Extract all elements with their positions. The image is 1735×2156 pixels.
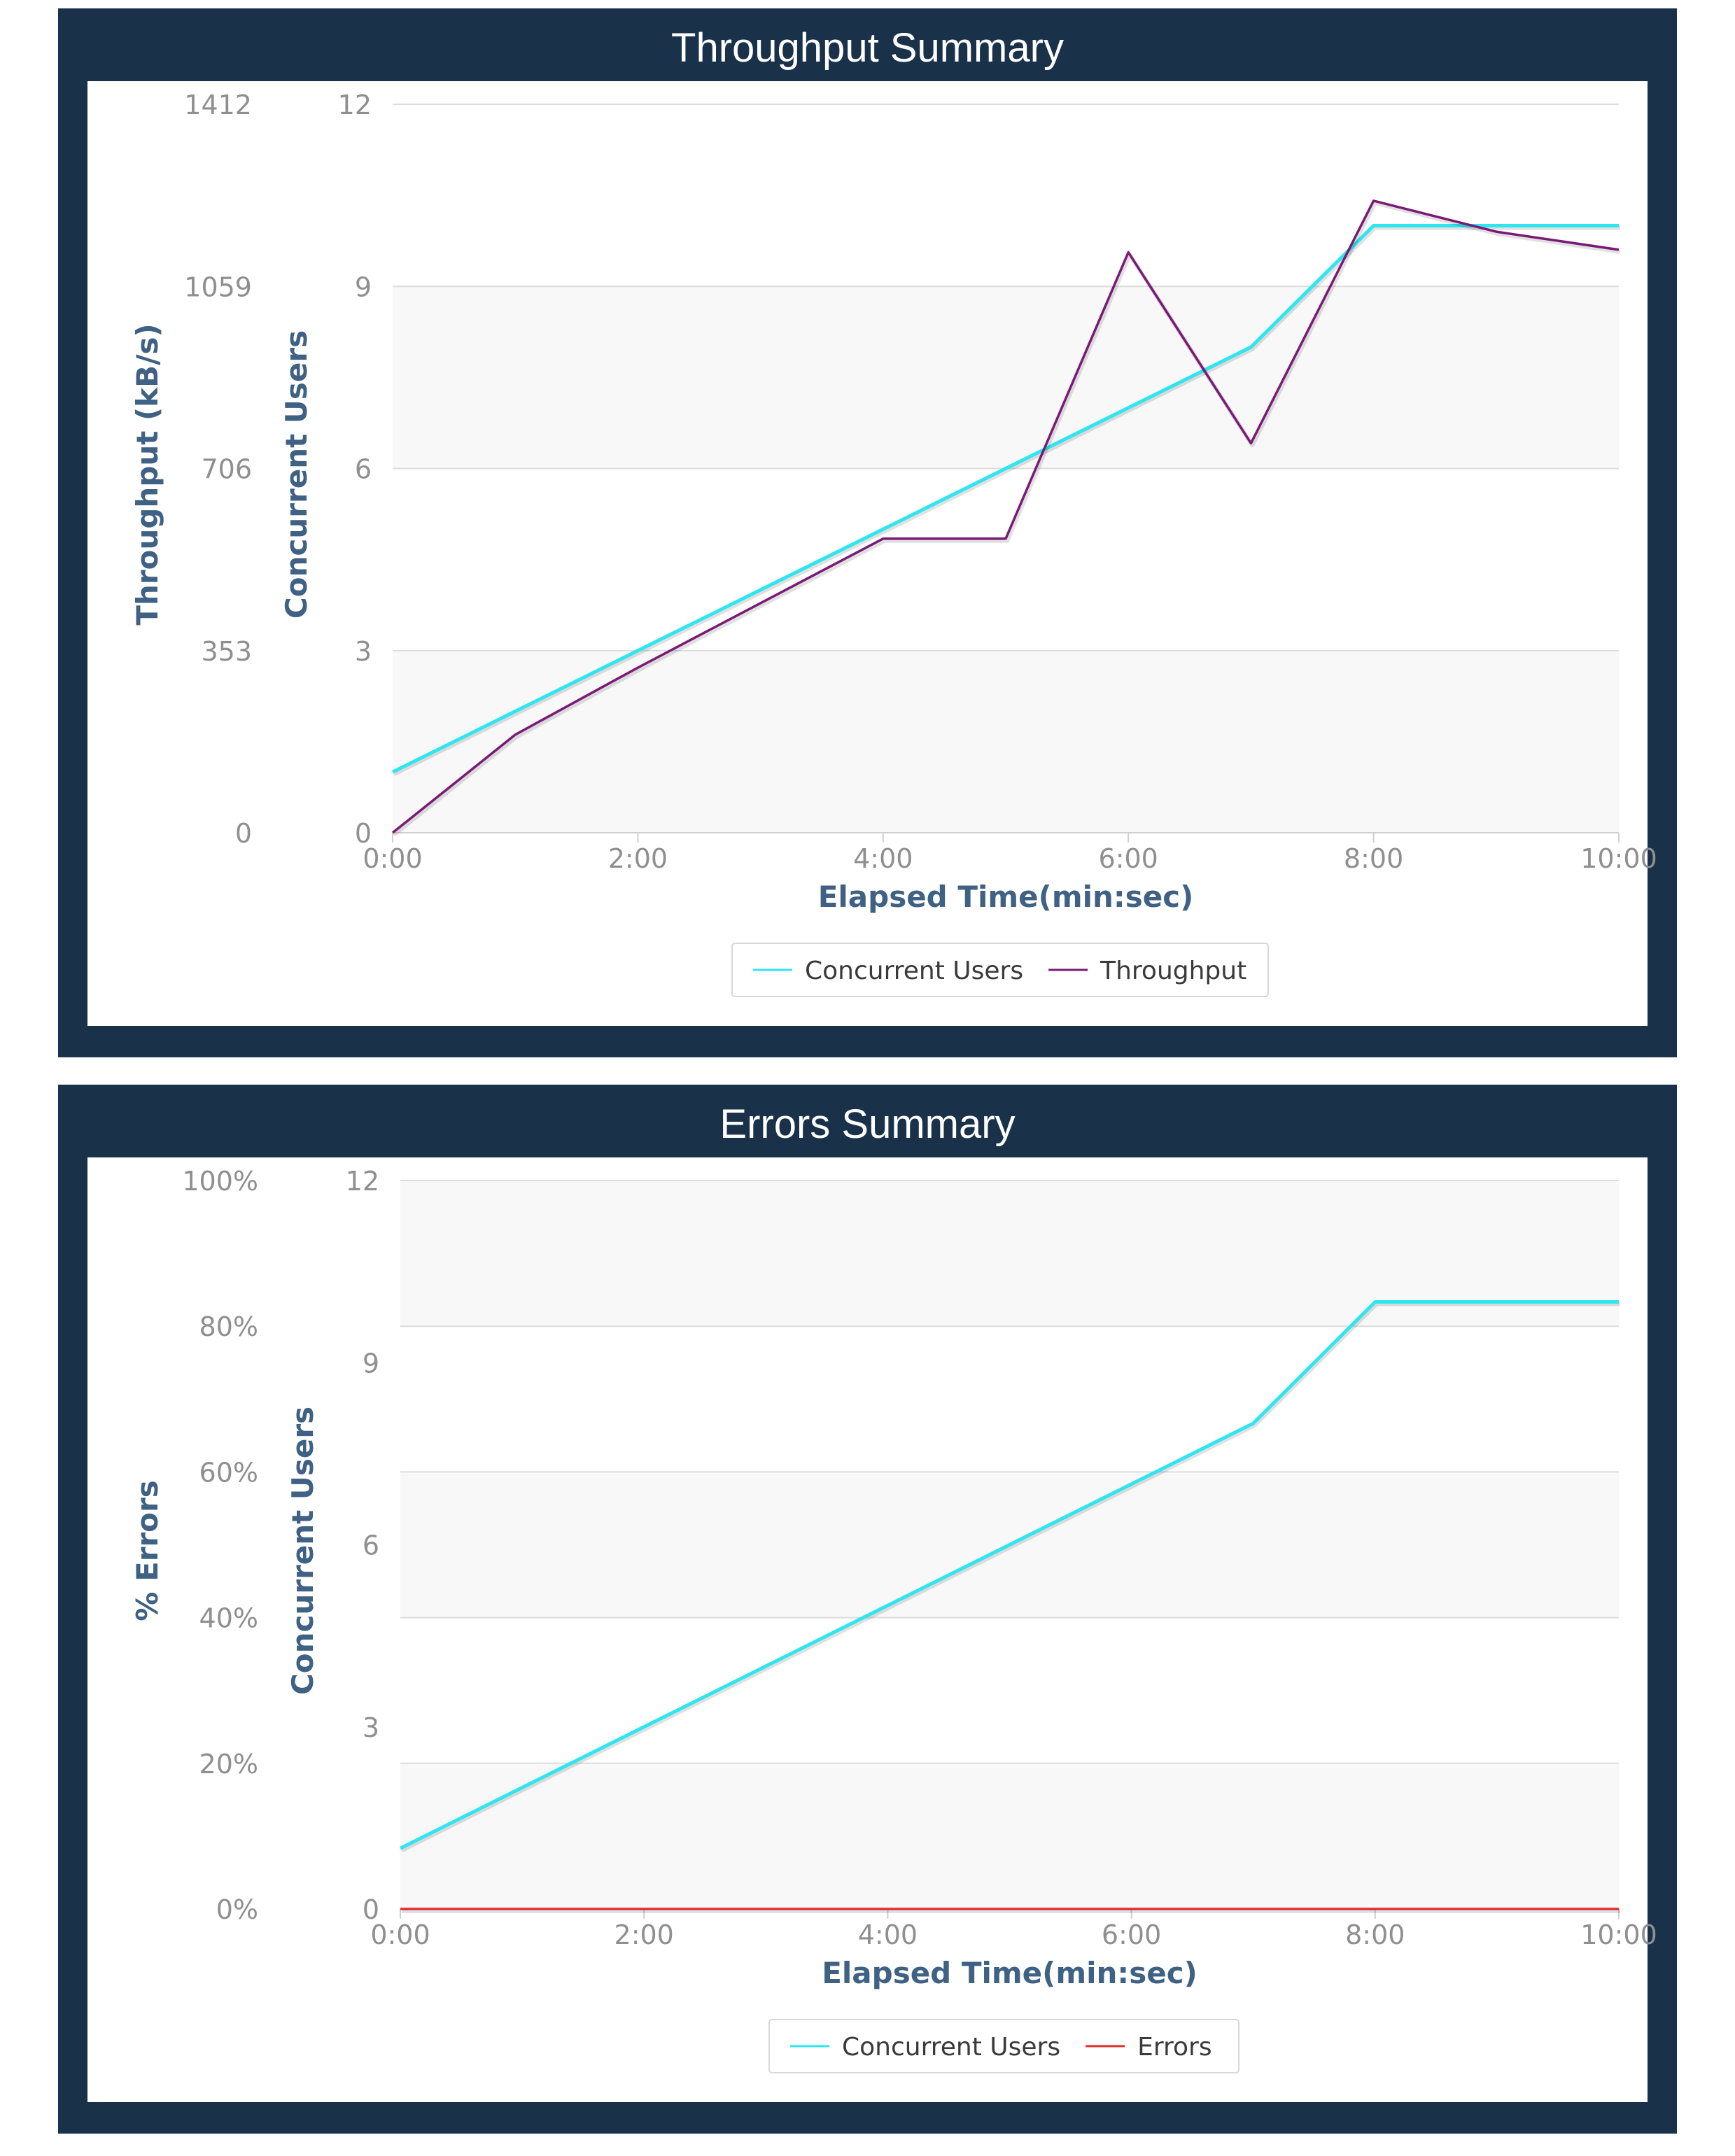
errors-summary-title: Errors Summary: [719, 1101, 1016, 1147]
x-tick-label: 4:00: [858, 1919, 918, 1950]
y-outer-axis-title: % Errors: [130, 1480, 164, 1621]
errors-summary-panel: Errors Summary 0:00 2:00 4:00 6:00 8:00 10:00…: [58, 1085, 1677, 2134]
x-axis-title: Elapsed Time(min:sec): [822, 1956, 1197, 1990]
throughput-chart-area: 0:00 2:00 4:00 6:00 8:00 10:00 0 353 706 1059 1412…: [87, 81, 1657, 1026]
plot-band: [393, 286, 1619, 469]
errors-chart: 0:00 2:00 4:00 6:00 8:00 10:00 0% 20% 40% 60% 80% 1…: [130, 1166, 1657, 2073]
x-axis-title: Elapsed Time(min:sec): [818, 880, 1194, 914]
y-inner-axis-title: Concurrent Users: [286, 1407, 320, 1695]
y-inner-tick-label: 6: [363, 1530, 379, 1561]
y-outer-tick-label: 353: [201, 636, 252, 667]
y-outer-tick-label: 1059: [184, 272, 252, 302]
throughput-chart: 0:00 2:00 4:00 6:00 8:00 10:00 0 353 706 1059 1412…: [130, 90, 1657, 997]
x-tick-label: 8:00: [1344, 843, 1403, 874]
y-inner-axis-title: Concurrent Users: [279, 330, 314, 619]
x-tick-label: 2:00: [614, 1919, 674, 1950]
y-inner-tick-label: 0: [363, 1894, 379, 1925]
y-outer-tick-label: 40%: [199, 1603, 258, 1634]
y-inner-tick-label: 0: [355, 818, 372, 849]
legend-label-errors: Errors: [1137, 2033, 1212, 2062]
y-inner-tick-label: 9: [363, 1348, 379, 1379]
y-outer-axis-title: Throughput (kB/s): [130, 323, 164, 625]
x-tick-label: 4:00: [853, 843, 913, 874]
throughput-summary-panel: Throughput Summary 0:00 2:00 4:00 6:00 8:00 1…: [58, 8, 1677, 1057]
plot-band: [393, 650, 1619, 833]
x-tick-label: 0:00: [363, 843, 422, 874]
throughput-summary-title: Throughput Summary: [671, 25, 1064, 71]
x-tick-label: 0:00: [370, 1919, 430, 1950]
x-tick-label: 10:00: [1580, 843, 1657, 874]
y-inner-tick-label: 12: [338, 90, 372, 120]
legend-label-concurrent-users: Concurrent Users: [805, 957, 1023, 985]
plot-band: [400, 1763, 1619, 1909]
y-outer-tick-label: 0: [235, 818, 252, 849]
y-inner-tick-label: 3: [363, 1712, 379, 1743]
legend-label-throughput: Throughput: [1100, 957, 1246, 985]
y-outer-tick-label: 1412: [184, 90, 252, 120]
y-inner-tick-label: 9: [355, 272, 372, 302]
y-inner-tick-label: 6: [355, 454, 372, 485]
y-outer-tick-label: 0%: [216, 1894, 258, 1925]
y-inner-tick-label: 12: [346, 1166, 379, 1197]
y-outer-tick-label: 100%: [182, 1166, 258, 1197]
errors-chart-area: 0:00 2:00 4:00 6:00 8:00 10:00 0% 20% 40% 60% 80% 1…: [87, 1157, 1657, 2102]
x-tick-label: 6:00: [1102, 1919, 1161, 1950]
y-outer-tick-label: 706: [201, 454, 252, 485]
y-outer-tick-label: 20%: [199, 1749, 258, 1780]
y-outer-tick-label: 60%: [199, 1457, 258, 1488]
legend-label-concurrent-users: Concurrent Users: [842, 2033, 1060, 2062]
y-inner-tick-label: 3: [355, 636, 372, 667]
x-tick-label: 6:00: [1099, 843, 1158, 874]
x-tick-label: 8:00: [1345, 1919, 1405, 1950]
x-tick-label: 10:00: [1580, 1919, 1657, 1950]
y-outer-tick-label: 80%: [199, 1311, 258, 1342]
x-tick-label: 2:00: [608, 843, 668, 874]
